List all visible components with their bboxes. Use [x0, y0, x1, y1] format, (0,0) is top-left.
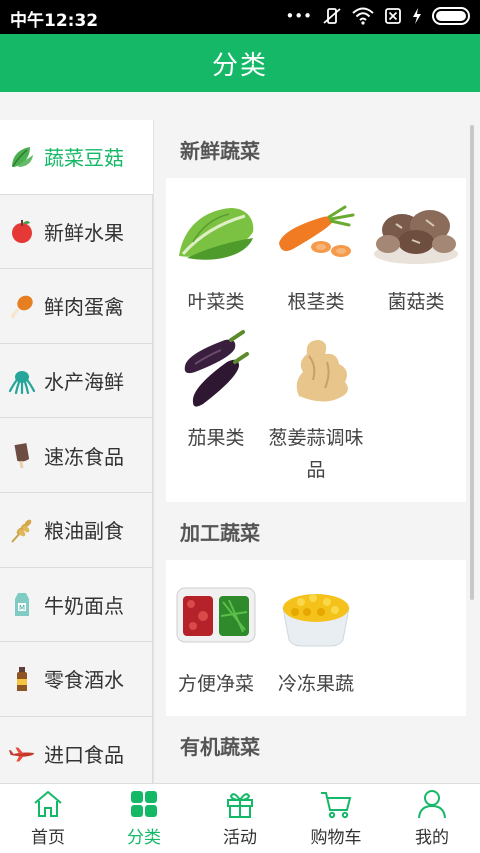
milk-carton-icon: M [8, 590, 36, 618]
subcategory-eggplant[interactable]: 茄果类 [166, 324, 266, 486]
sidebar-item-label: 进口食品 [44, 743, 124, 768]
scrollbar[interactable] [470, 125, 474, 600]
category-sidebar: 蔬菜豆菇 新鲜水果 鲜肉蛋禽 水产海鲜 速冻食品 粮油副食 M 牛奶面点 零食酒… [0, 120, 154, 783]
tab-home[interactable]: 首页 [0, 784, 96, 853]
sidebar-item-grain-oil[interactable]: 粮油副食 [0, 492, 153, 568]
tab-label: 购物车 [310, 828, 362, 848]
tab-label: 首页 [31, 828, 65, 848]
sidebar-item-seafood[interactable]: 水产海鲜 [0, 343, 153, 419]
subcategory-label: 葱姜蒜调味品 [268, 427, 364, 481]
subcategory-prepared[interactable]: 方便净菜 [166, 570, 266, 700]
tab-cart[interactable]: 购物车 [288, 784, 384, 853]
chicken-leg-icon [8, 292, 36, 320]
subcategory-root[interactable]: 根茎类 [266, 188, 366, 318]
subcategory-label: 叶菜类 [187, 291, 245, 313]
prepared-vegetables-icon [171, 570, 261, 660]
subcategory-panel: 新鲜蔬菜 叶菜类 根茎类 菌菇类 茄果类 葱姜蒜调味品 加工蔬菜 方便净菜 冷冻… [166, 120, 466, 783]
subcategory-label: 茄果类 [187, 427, 245, 449]
apple-icon [8, 217, 36, 245]
sidebar-item-vegetables[interactable]: 蔬菜豆菇 [0, 120, 153, 195]
leafy-vegetable-icon [8, 143, 36, 171]
sidebar-item-label: 粮油副食 [44, 519, 124, 544]
cart-icon [321, 792, 352, 819]
sidebar-item-fruits[interactable]: 新鲜水果 [0, 194, 153, 270]
section-title: 新鲜蔬菜 [180, 138, 260, 163]
mushroom-icon [371, 188, 461, 278]
airplane-icon [8, 740, 36, 768]
sidebar-item-snacks-drinks[interactable]: 零食酒水 [0, 642, 153, 717]
subcategory-label: 方便净菜 [177, 673, 254, 695]
sidebar-item-label: 新鲜水果 [44, 220, 124, 245]
wifi-icon [352, 7, 374, 25]
frozen-corn-icon [271, 570, 361, 660]
gift-icon [227, 793, 253, 818]
subcategory-label: 根茎类 [287, 291, 345, 313]
svg-text:M: M [19, 604, 25, 612]
tab-mine[interactable]: 我的 [384, 784, 480, 853]
sidebar-item-frozen[interactable]: 速冻食品 [0, 418, 153, 493]
section-title: 加工蔬菜 [180, 520, 260, 545]
status-icons: ••• [285, 7, 470, 25]
ginger-icon [271, 324, 361, 414]
section-title: 有机蔬菜 [180, 734, 260, 759]
bottom-tab-bar: 首页 分类 活动 购物车 我的 [0, 783, 480, 853]
app-header: 分类 [0, 34, 480, 92]
sidebar-item-meat-eggs[interactable]: 鲜肉蛋禽 [0, 269, 153, 344]
tab-activity[interactable]: 活动 [192, 784, 288, 853]
sidebar-item-label: 水产海鲜 [44, 370, 124, 395]
subcategory-seasoning[interactable]: 葱姜蒜调味品 [266, 324, 366, 486]
subcategory-label: 冷冻果蔬 [277, 673, 354, 695]
sidebar-item-imported[interactable]: 进口食品 [0, 716, 153, 783]
status-time: 中午12:32 [10, 11, 99, 31]
octopus-icon [8, 367, 36, 395]
tab-category[interactable]: 分类 [96, 784, 192, 853]
sidebar-item-label: 零食酒水 [44, 668, 124, 693]
tab-label: 分类 [127, 828, 161, 848]
more-dots-icon: ••• [285, 7, 312, 25]
section-header: 有机蔬菜 [166, 716, 466, 774]
carrot-icon [271, 188, 361, 278]
popsicle-icon [8, 441, 36, 469]
section-header: 加工蔬菜 [166, 502, 466, 560]
charging-icon [413, 8, 421, 24]
tab-label: 我的 [415, 828, 449, 848]
status-bar: 中午12:32 ••• [0, 0, 480, 34]
page-title: 分类 [211, 50, 268, 81]
subcategory-grid: 方便净菜 冷冻果蔬 [166, 560, 466, 716]
user-icon [418, 790, 446, 819]
eggplant-icon [171, 324, 261, 414]
lettuce-icon [171, 188, 261, 278]
wheat-icon [8, 516, 36, 544]
section-header: 新鲜蔬菜 [166, 120, 466, 178]
home-icon [34, 790, 62, 817]
battery-icon [432, 7, 470, 25]
sidebar-item-label: 鲜肉蛋禽 [44, 295, 124, 320]
subcategory-leafy[interactable]: 叶菜类 [166, 188, 266, 318]
bottle-icon [8, 665, 36, 693]
sidebar-item-dairy-bakery[interactable]: M 牛奶面点 [0, 567, 153, 643]
vibrate-icon [323, 8, 341, 24]
sidebar-item-label: 速冻食品 [44, 444, 124, 469]
category-grid-icon [131, 791, 157, 817]
sidebar-item-label: 牛奶面点 [44, 593, 124, 618]
subcategory-mushroom[interactable]: 菌菇类 [366, 188, 466, 318]
subcategory-label: 菌菇类 [387, 291, 445, 313]
no-sim-icon [385, 8, 401, 24]
subcategory-grid: 叶菜类 根茎类 菌菇类 茄果类 葱姜蒜调味品 [166, 178, 466, 502]
sidebar-item-label: 蔬菜豆菇 [44, 146, 124, 171]
tab-label: 活动 [223, 828, 257, 848]
subcategory-frozen[interactable]: 冷冻果蔬 [266, 570, 366, 700]
